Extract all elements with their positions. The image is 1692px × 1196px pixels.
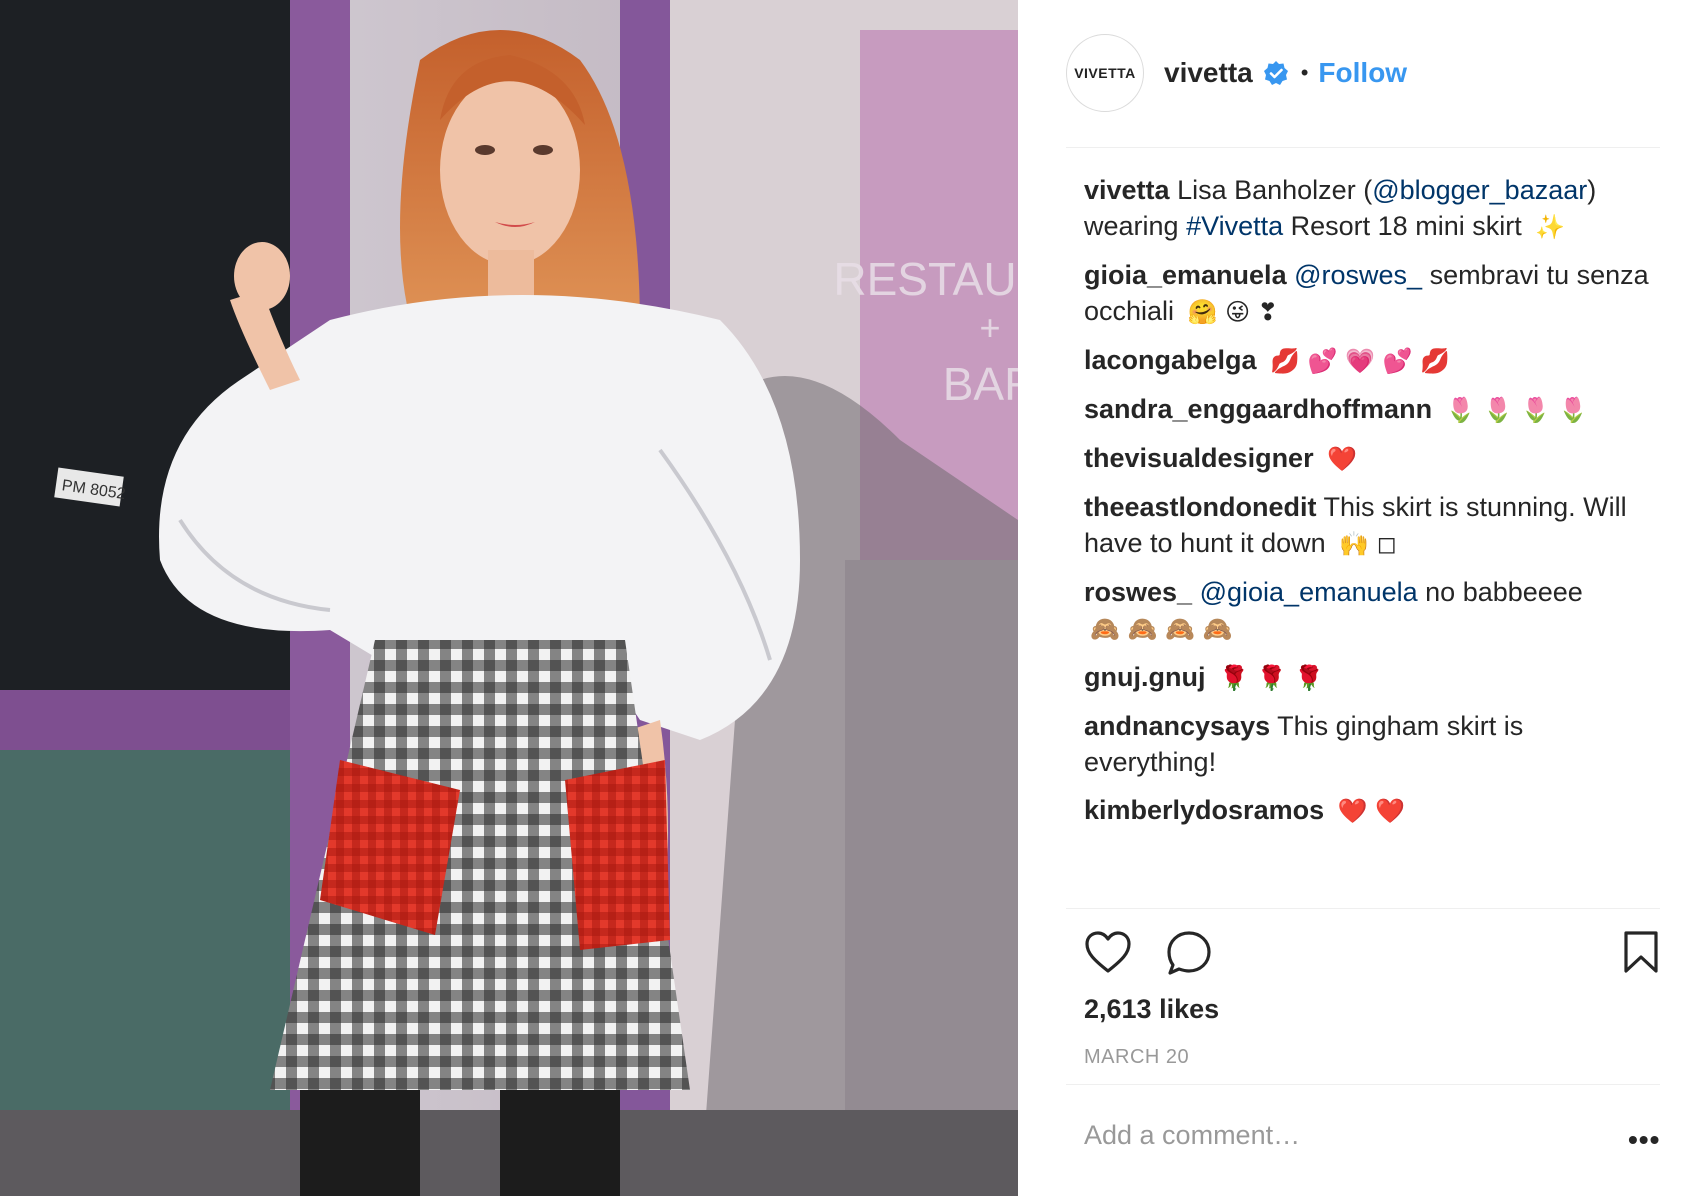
instagram-post: RESTAU + BAR PM 8052 (0, 0, 1692, 1196)
caption-text-1: Lisa Banholzer ( (1177, 175, 1373, 205)
post-side-panel: VIVETTA vivetta • Follow vivetta Lisa Ba… (1018, 0, 1692, 1196)
comment-username[interactable]: gnuj.gnuj (1084, 662, 1205, 692)
bookmark-icon[interactable] (1622, 930, 1660, 974)
sign-text-1: RESTAU (833, 253, 1016, 305)
comment-username[interactable]: lacongabelga (1084, 345, 1257, 375)
comment-emoji: 💋 💕 💗 💕 💋 (1270, 347, 1450, 375)
comment-item: roswes_ @gioia_emanuela no babbeeee 🙈 🙈 … (1084, 574, 1660, 647)
comment-item: kimberlydosramos ❤️ ❤️ (1084, 792, 1660, 829)
comment-bubble-icon[interactable] (1166, 930, 1212, 976)
comment-username[interactable]: gioia_emanuela (1084, 260, 1287, 290)
comment-username[interactable]: kimberlydosramos (1084, 795, 1324, 825)
sign-text-2: + (979, 307, 1000, 348)
post-photo[interactable]: RESTAU + BAR PM 8052 (0, 0, 1018, 1196)
caption-text-2: ) (1587, 175, 1597, 205)
likes-count[interactable]: 2,613 likes (1084, 994, 1219, 1025)
comment-username[interactable]: theeastlondonedit (1084, 492, 1317, 522)
comment-item: gnuj.gnuj 🌹 🌹 🌹 (1084, 659, 1660, 696)
avatar-logo-text: VIVETTA (1074, 65, 1136, 81)
caption: vivetta Lisa Banholzer (@blogger_bazaar)… (1084, 172, 1660, 245)
comment-emoji: 🌹 🌹 🌹 (1218, 664, 1324, 692)
comment-mention[interactable]: @gioia_emanuela (1200, 577, 1418, 607)
caption-username[interactable]: vivetta (1084, 175, 1170, 205)
comment-item: gioia_emanuela @roswes_ sembravi tu senz… (1084, 257, 1660, 330)
comment-username[interactable]: andnancysays (1084, 711, 1270, 741)
header-username[interactable]: vivetta (1164, 57, 1253, 89)
follow-button[interactable]: Follow (1318, 57, 1407, 89)
more-options-icon[interactable]: ••• (1628, 1124, 1660, 1156)
comment-emoji: 🌷 🌷 🌷 🌷 (1445, 396, 1588, 424)
sign-text-3: BAR (943, 358, 1018, 410)
verified-badge-icon (1263, 61, 1288, 85)
comment-item: sandra_enggaardhoffmann 🌷 🌷 🌷 🌷 (1084, 391, 1660, 428)
comment-item: andnancysays This gingham skirt is every… (1084, 708, 1660, 780)
avatar[interactable]: VIVETTA (1066, 34, 1144, 112)
comment-item: theeastlondonedit This skirt is stunning… (1084, 489, 1660, 562)
divider (1066, 908, 1660, 909)
comments-list: vivetta Lisa Banholzer (@blogger_bazaar)… (1084, 172, 1660, 841)
comment-emoji: 🙈 🙈 🙈 🙈 (1090, 615, 1233, 643)
post-header: VIVETTA vivetta • Follow (1066, 32, 1642, 114)
caption-emoji: ✨ (1535, 213, 1566, 241)
divider (1066, 1084, 1660, 1085)
caption-text-4: Resort 18 mini skirt (1283, 211, 1522, 241)
comment-item: lacongabelga 💋 💕 💗 💕 💋 (1084, 342, 1660, 379)
comment-text: no babbeeee (1417, 577, 1583, 607)
comment-username[interactable]: thevisualdesigner (1084, 443, 1314, 473)
comment-emoji: ❤️ (1327, 445, 1357, 473)
comment-mention[interactable]: @roswes_ (1294, 260, 1422, 290)
post-date: MARCH 20 (1084, 1046, 1190, 1068)
caption-hashtag[interactable]: #Vivetta (1186, 211, 1283, 241)
add-comment-input[interactable] (1084, 1120, 1584, 1151)
comment-emoji: 🤗 😜 ❣ (1187, 298, 1278, 326)
comment-username[interactable]: roswes_ (1084, 577, 1192, 607)
caption-text-3: wearing (1084, 211, 1187, 241)
comment-emoji: ❤️ ❤️ (1337, 797, 1406, 825)
heart-icon[interactable] (1084, 930, 1132, 974)
comment-username[interactable]: sandra_enggaardhoffmann (1084, 394, 1432, 424)
comment-emoji: 🙌 ◻ (1339, 530, 1397, 558)
header-separator: • (1300, 60, 1309, 85)
caption-mention[interactable]: @blogger_bazaar (1372, 175, 1587, 205)
post-image: RESTAU + BAR PM 8052 (0, 0, 1018, 1196)
divider (1066, 147, 1660, 148)
action-bar (1084, 930, 1660, 982)
comment-item: thevisualdesigner ❤️ (1084, 440, 1660, 477)
